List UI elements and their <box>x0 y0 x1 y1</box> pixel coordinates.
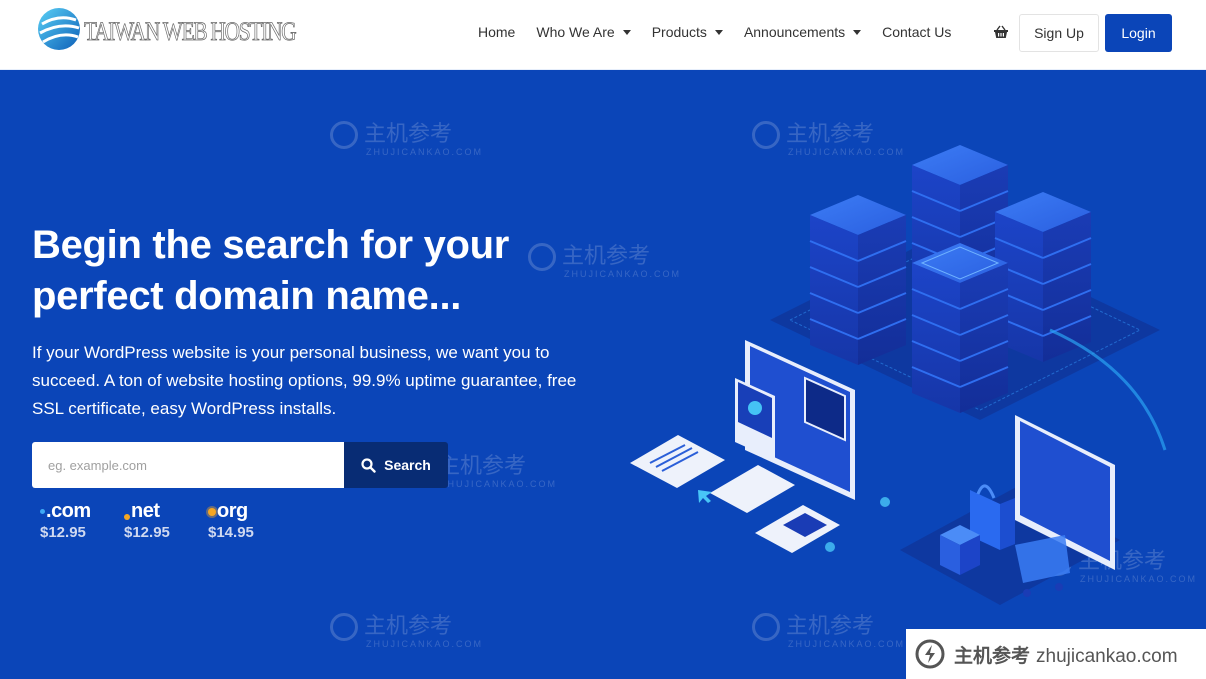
globe-logo-icon <box>38 8 80 50</box>
cursor-icon <box>698 490 712 503</box>
server-rack <box>809 195 907 365</box>
server-illustration <box>630 145 1167 605</box>
shopping-basket-icon[interactable] <box>993 24 1009 40</box>
nav-contact-us[interactable]: Contact Us <box>882 24 951 40</box>
watermark: 主机参考 ZHUJICANKAO.COM <box>330 608 483 649</box>
document-card <box>710 465 795 513</box>
tld-price-list: . com $12.95 net $12.95 org $14.95 <box>40 500 292 541</box>
search-icon <box>361 457 376 473</box>
hero-title: Begin the search for your perfect domain… <box>32 223 510 318</box>
nav-who-we-are[interactable]: Who We Are <box>536 24 631 40</box>
watermark-logo-icon <box>915 639 945 669</box>
logo[interactable]: TAIWAN WEB HOSTING <box>36 6 342 52</box>
nav-label: Products <box>651 24 707 40</box>
tld-net: net $12.95 <box>124 500 208 541</box>
tld-label: net <box>131 500 160 522</box>
dot-icon <box>40 509 45 514</box>
nav-announcements[interactable]: Announcements <box>743 24 862 40</box>
brand-name: TAIWAN WEB HOSTING <box>84 17 297 47</box>
boxes <box>940 525 980 575</box>
nav-label: Home <box>478 24 516 40</box>
server-rack <box>994 192 1092 362</box>
caret-down-icon <box>714 29 723 35</box>
document-card <box>630 435 725 488</box>
watermark: 主机参考 ZHUJICANKAO.COM <box>330 116 483 157</box>
nav-products[interactable]: Products <box>652 24 723 40</box>
dot-icon <box>208 507 216 516</box>
tld-org: org $14.95 <box>208 500 292 541</box>
main-nav: Home Who We Are Products Announcements C… <box>478 0 972 64</box>
tld-price: $14.95 <box>208 524 254 541</box>
dot-icon <box>124 513 130 520</box>
sign-up-button[interactable]: Sign Up <box>1019 14 1099 52</box>
caret-down-icon <box>853 29 862 35</box>
site-header: TAIWAN WEB HOSTING Home Who We Are Produ… <box>0 0 1206 70</box>
nav-label: Who We Are <box>536 24 615 40</box>
tld-label: com <box>51 500 91 522</box>
badge-cn: 主机参考 <box>954 645 1031 667</box>
nav-home[interactable]: Home <box>478 24 515 40</box>
nav-label: Announcements <box>743 24 846 40</box>
login-button[interactable]: Login <box>1105 14 1172 52</box>
badge-en: zhujicankao.com <box>1036 645 1178 667</box>
caret-down-icon <box>622 29 631 35</box>
domain-search-input[interactable] <box>32 442 344 488</box>
tld-price: $12.95 <box>124 524 170 541</box>
search-button-label: Search <box>384 457 431 473</box>
domain-search-form: Search <box>32 442 448 488</box>
tld-price: $12.95 <box>40 524 86 541</box>
tld-label: org <box>217 500 248 522</box>
search-button[interactable]: Search <box>344 442 448 488</box>
server-rack <box>911 243 1009 413</box>
nav-label: Contact Us <box>882 24 952 40</box>
hero-subtitle: If your WordPress website is your person… <box>32 343 577 418</box>
tld-com: . com $12.95 <box>40 500 124 541</box>
watermark-badge: 主机参考 zhujicankao.com <box>906 629 1206 679</box>
